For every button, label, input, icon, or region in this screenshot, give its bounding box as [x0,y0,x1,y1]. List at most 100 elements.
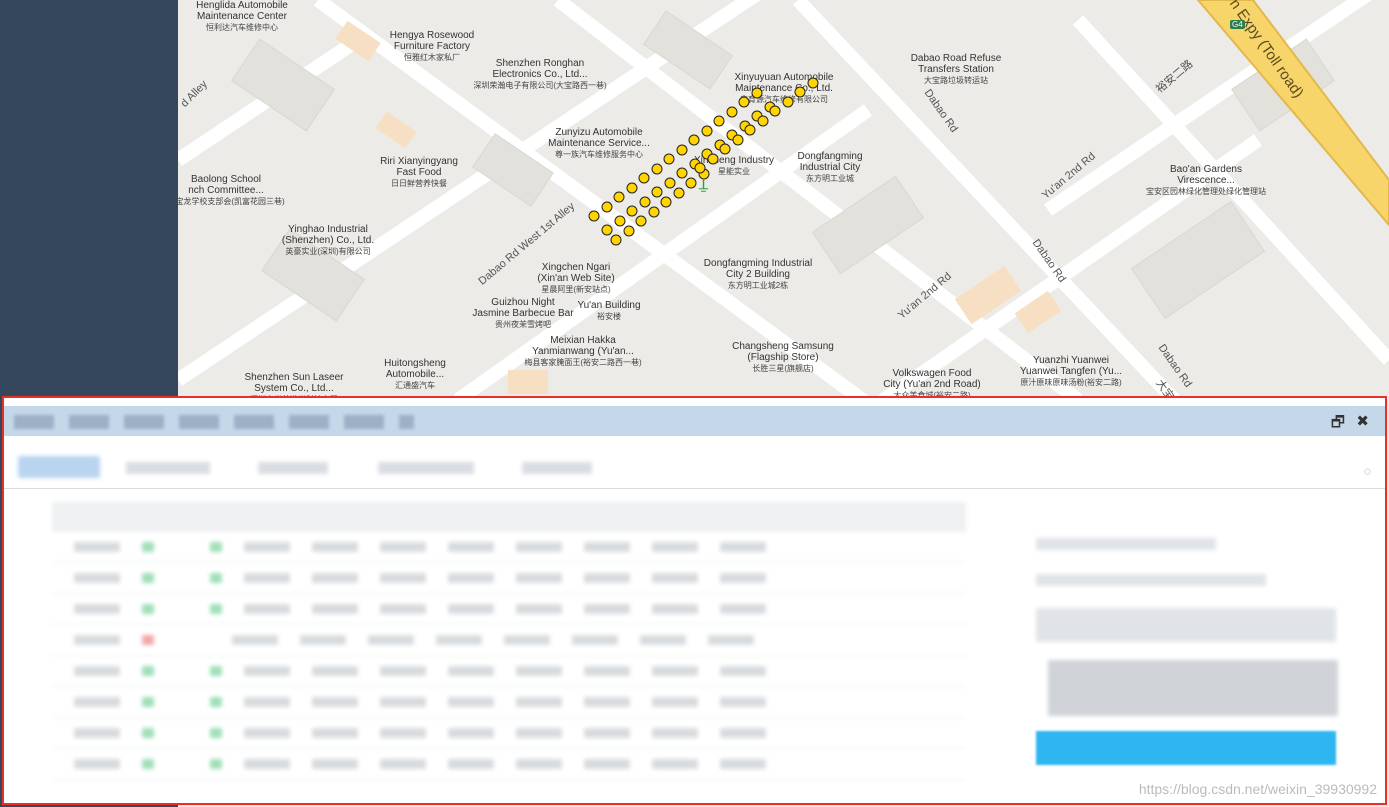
map-poi[interactable]: Dongfangming Industrial City 东方明工业城 [797,151,862,184]
map-marker[interactable] [694,162,706,174]
close-icon[interactable]: ✖ [1356,412,1369,430]
map-poi[interactable]: Riri Xianyingyang Fast Food 日日鲜营养快餐 [380,156,458,189]
table-row[interactable] [52,656,966,687]
map-marker[interactable] [769,105,781,117]
map-marker[interactable] [732,134,743,145]
map-marker[interactable] [676,167,688,179]
map-marker[interactable] [626,182,637,193]
map-marker[interactable] [614,215,625,226]
table-row[interactable] [52,594,966,625]
map-poi[interactable]: Shenzhen Ronghan Electronics Co., Ltd... 深… [473,58,606,91]
map-marker[interactable] [648,206,659,217]
table-cell [720,666,766,676]
map-marker[interactable] [807,77,818,88]
map-poi[interactable]: Yuanzhi Yuanwei Yuanwei Tangfen (Yu... 原汁原… [1020,355,1122,388]
table-cell [720,759,766,769]
panel-title-blurred [14,415,414,429]
map-poi[interactable]: Dongfangming Industrial City 2 Building 东方… [704,258,812,291]
map-marker[interactable] [726,106,737,117]
map-marker[interactable] [610,234,622,246]
map-poi[interactable]: Huitongsheng Automobile... 汇通盛汽车 [384,358,446,391]
map-poi[interactable]: Yu'an Building 裕安楼 [577,300,640,322]
map-marker[interactable] [664,177,675,188]
map-poi[interactable]: Guizhou Night Jasmine Barbecue Bar 贵州夜茉雪烤吧 [472,297,573,330]
map-poi[interactable]: Baolong School nch Committee... 共宝龙学校支部会(凯… [178,174,285,207]
map-poi[interactable]: Dabao Road Refuse Transfers Station 大宝路垃圾转… [911,53,1002,86]
table-row[interactable] [52,718,966,749]
table-row[interactable] [52,625,966,656]
map-marker[interactable] [685,177,697,189]
table-row[interactable] [52,749,966,780]
map-poi[interactable]: Henglida Automobile Maintenance Center 恒利达… [196,0,288,33]
map-marker[interactable] [744,124,756,136]
table-cell [448,666,494,676]
table-cell [448,542,494,552]
table-cell [584,697,630,707]
poi-name-zh: 长胜三星(旗舰店) [752,364,814,373]
map-marker[interactable] [757,115,768,126]
map-poi[interactable]: Xingchen Ngari (Xin'an Web Site) 星晨阿里(新安站点… [537,262,614,295]
poi-name: Xingchen Ngari [541,262,611,273]
map-marker[interactable] [738,96,750,108]
map-marker[interactable] [635,215,647,227]
primary-action-button[interactable] [1036,731,1336,765]
map-poi[interactable]: Meixian Hakka Yanmianwang (Yu'an... 梅县客家腌面… [524,335,641,368]
map-marker[interactable] [660,196,672,208]
poi-name: Yu'an Building [577,300,641,311]
table-row[interactable] [52,687,966,718]
map-marker[interactable] [713,115,725,127]
tab-3[interactable] [258,462,328,474]
map-marker[interactable] [676,144,687,155]
poi-name: Dongfangming Industrial [703,258,813,269]
table-cell [652,759,698,769]
antenna-tower-icon[interactable]: ⍊ [699,176,708,193]
table-row[interactable] [52,563,966,594]
table-cell [584,759,630,769]
map-marker[interactable] [626,205,638,217]
panel-tabs: ◌ [4,454,1385,489]
map-marker[interactable] [782,96,793,107]
map-marker[interactable] [663,153,675,165]
table-cell [300,635,346,645]
restore-window-icon[interactable]: 🗗 [1331,412,1345,437]
tab-1[interactable] [18,456,100,478]
map-marker[interactable] [638,172,650,184]
map-marker[interactable] [719,143,731,155]
map-marker[interactable] [651,186,663,198]
map-marker[interactable] [601,201,612,212]
table-cell [142,542,154,552]
map-marker[interactable] [707,153,718,164]
map-poi[interactable]: Zunyizu Automobile Maintenance Service...… [548,127,650,160]
table-cell [210,759,222,769]
map-poi[interactable]: Changsheng Samsung (Flagship Store) 长胜三星(旗… [732,341,834,374]
map-poi[interactable]: Yinghao Industrial (Shenzhen) Co., Ltd. 英豪… [282,224,374,257]
map-view[interactable]: Henglida Automobile Maintenance Center 恒利达… [178,0,1389,404]
table-cell [142,635,154,645]
table-cell [244,542,290,552]
table-cell [380,759,426,769]
poi-name-line2: System Co., Ltd... [254,383,334,394]
map-marker[interactable] [794,86,806,98]
map-marker[interactable] [588,210,600,222]
map-marker[interactable] [673,187,684,198]
map-marker[interactable] [601,224,613,236]
map-poi[interactable]: Bao'an Gardens Virescence... 宝安区园林绿化管理处绿化管… [1146,164,1266,197]
table-cell [74,759,120,769]
poi-name-zh: 宝安区园林绿化管理处绿化管理站 [1146,187,1266,196]
table-cell [720,542,766,552]
map-marker[interactable] [688,134,700,146]
map-marker[interactable] [751,87,762,98]
map-marker[interactable] [701,125,712,136]
table-cell [312,759,358,769]
map-marker[interactable] [651,163,662,174]
tab-5[interactable] [522,462,592,474]
map-marker[interactable] [623,225,634,236]
tab-4[interactable] [378,462,474,474]
map-poi[interactable]: Hengya Rosewood Furniture Factory 恒雅红木家私厂 [390,30,475,63]
map-marker[interactable] [639,196,650,207]
table-row[interactable] [52,532,966,563]
poi-name: Baolong School [190,174,262,185]
table-cell [652,573,698,583]
map-marker[interactable] [613,191,625,203]
tab-2[interactable] [126,462,210,474]
